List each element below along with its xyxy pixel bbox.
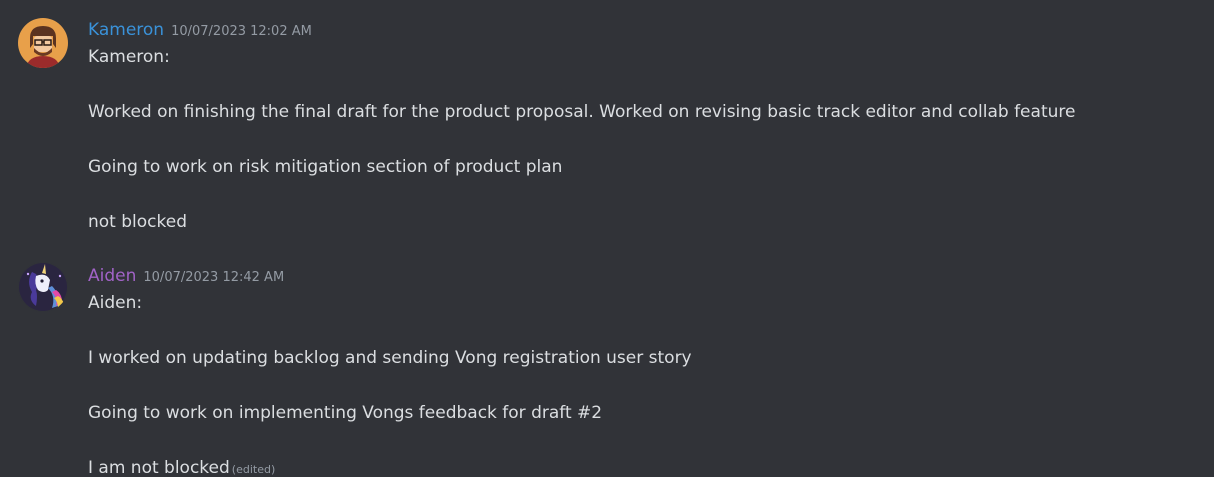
timestamp: 10/07/2023 12:42 AM xyxy=(143,270,285,285)
message-line: Going to work on risk mitigation section… xyxy=(88,157,563,177)
message-line-with-edited: I am not blocked (edited) xyxy=(88,456,275,477)
message-header: Aiden 10/07/2023 12:42 AM xyxy=(88,264,284,288)
message-line: Worked on finishing the final draft for … xyxy=(88,102,1076,122)
message-line: Aiden: xyxy=(88,293,143,313)
message-line: I worked on updating backlog and sending… xyxy=(88,348,692,368)
message-line: Kameron: xyxy=(88,47,170,67)
username[interactable]: Aiden xyxy=(88,266,136,286)
avatar-aiden-icon[interactable] xyxy=(18,262,68,312)
chat-message-list: Kameron 10/07/2023 12:02 AM Kameron: Work… xyxy=(0,0,1214,477)
message-header: Kameron 10/07/2023 12:02 AM xyxy=(88,18,312,42)
message-line: Going to work on implementing Vongs feed… xyxy=(88,403,603,423)
timestamp: 10/07/2023 12:02 AM xyxy=(171,24,312,39)
username[interactable]: Kameron xyxy=(88,20,164,40)
message-text: I am not blocked xyxy=(88,458,230,477)
message-line: not blocked xyxy=(88,212,187,232)
avatar-kameron-icon[interactable] xyxy=(18,18,68,68)
edited-label: (edited) xyxy=(231,463,276,476)
